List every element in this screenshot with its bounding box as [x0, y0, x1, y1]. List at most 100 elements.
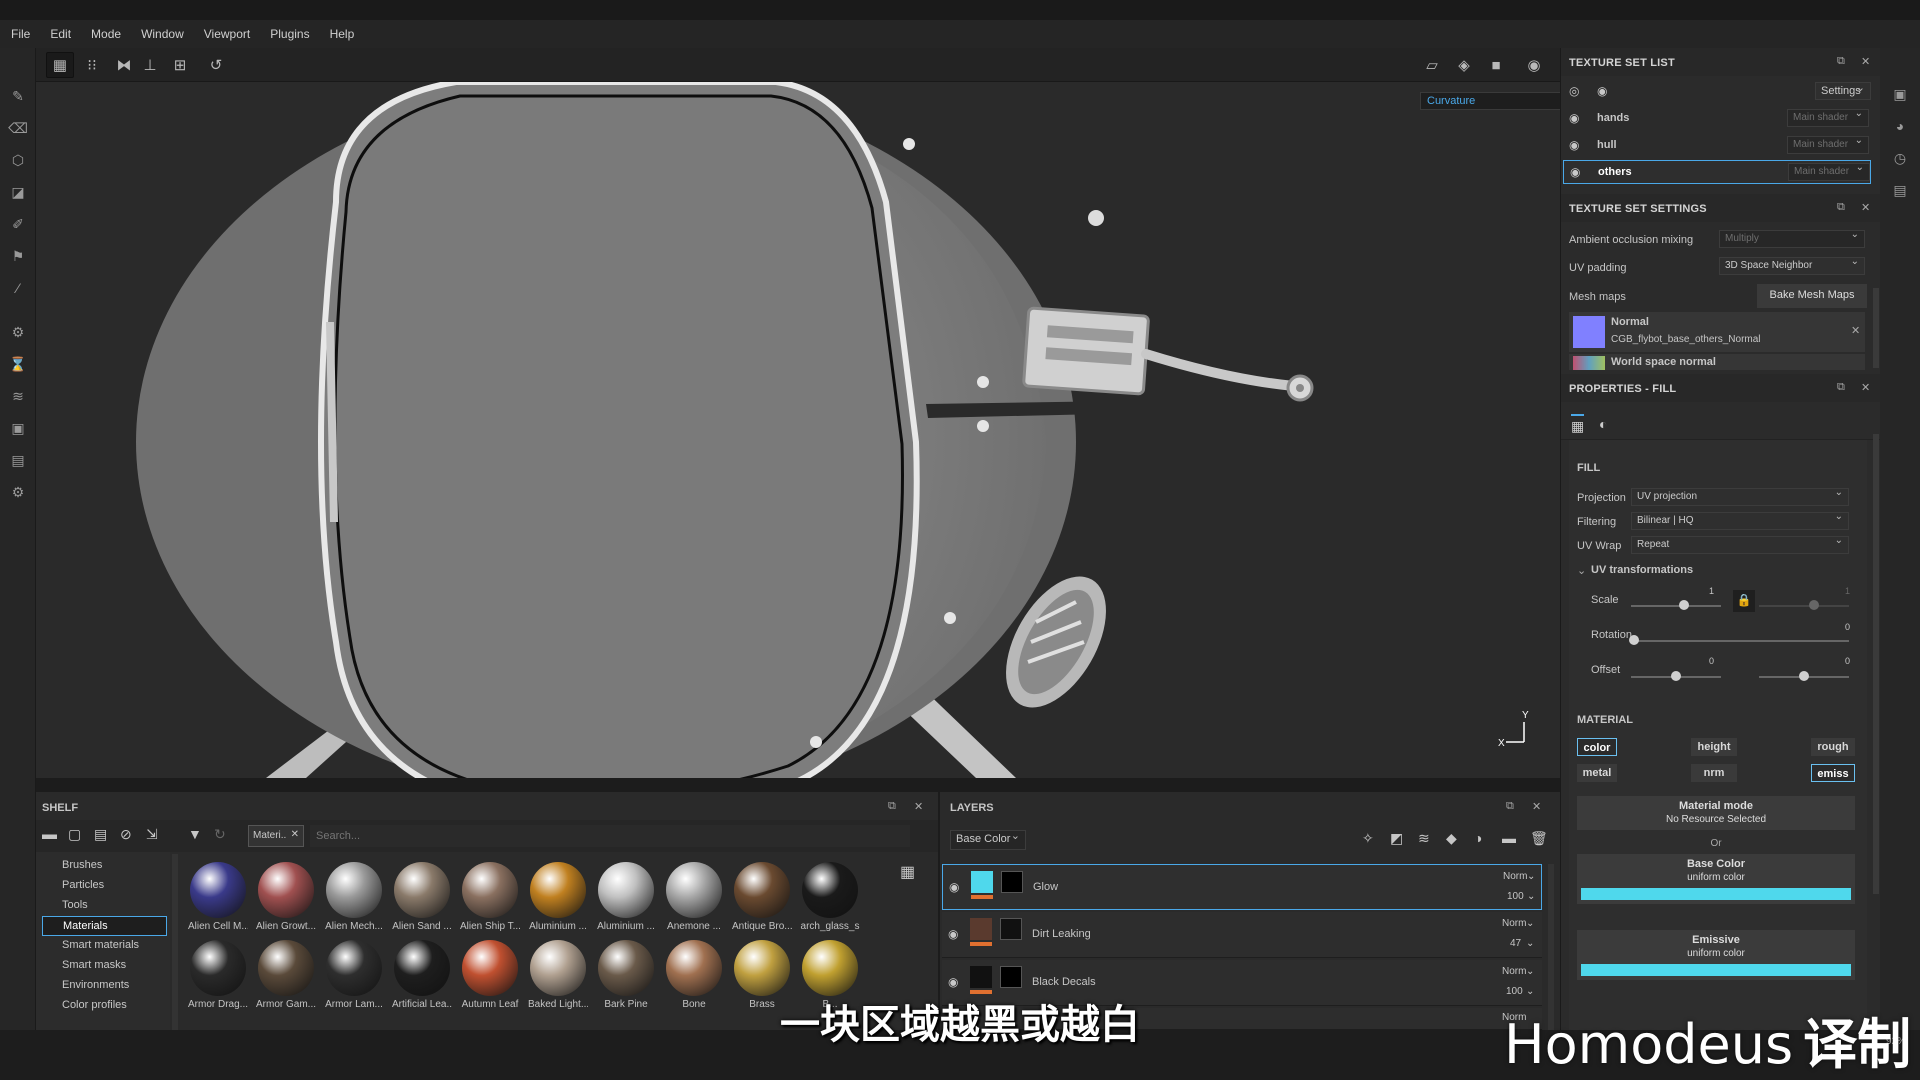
material-item[interactable]: Antique Bro... [732, 862, 792, 932]
visibility-eye-icon[interactable]: ◉ [948, 976, 964, 988]
hourglass-icon[interactable]: ⌛ [8, 354, 28, 374]
channel-color[interactable]: color [1577, 738, 1617, 756]
material-tab-icon[interactable]: ◐ [1599, 416, 1607, 432]
rotation-slider-handle[interactable] [1629, 635, 1639, 645]
visibility-eye-icon[interactable]: ◉ [949, 881, 965, 893]
photoshop-export-icon[interactable]: ▣ [8, 418, 28, 438]
base-color-block[interactable]: Base Color uniform color [1577, 854, 1855, 904]
rotation-slider[interactable] [1631, 640, 1849, 642]
smudge-icon[interactable]: ✐ [8, 214, 28, 234]
folder-icon[interactable]: ▬ [42, 826, 57, 843]
3d-viewport[interactable]: Y X Curvature [36, 82, 1560, 778]
channel-height[interactable]: height [1691, 738, 1737, 756]
symmetry-x-icon[interactable]: ⧓ [110, 52, 138, 78]
display-settings-icon[interactable]: ▣ [1890, 84, 1910, 104]
clone-stamp-icon[interactable]: ⚑ [8, 246, 28, 266]
filter-tag[interactable]: Materi.. ✕ [248, 825, 304, 847]
undock-icon[interactable]: ⧉ [1506, 800, 1514, 813]
fill-tab-icon[interactable]: ▦ [1571, 414, 1585, 435]
layer-opacity[interactable]: 47 [1510, 938, 1521, 949]
scale-slider[interactable] [1631, 605, 1721, 607]
material-item[interactable]: Alien Mech... [324, 862, 384, 932]
delete-trash-icon[interactable]: 🗑 [1530, 830, 1548, 847]
layer-blend-mode[interactable]: Norm [1503, 871, 1527, 882]
menu-mode[interactable]: Mode [84, 27, 128, 41]
camera-video-icon[interactable]: ■ [1482, 52, 1510, 78]
undock-icon[interactable]: ⧉ [1837, 201, 1845, 214]
export-document-icon[interactable]: ▤ [8, 450, 28, 470]
close-icon[interactable]: ✕ [1861, 55, 1870, 68]
eraser-icon[interactable]: ⌫ [8, 118, 28, 138]
menu-window[interactable]: Window [134, 27, 191, 41]
close-icon[interactable]: ✕ [1861, 201, 1870, 214]
frame-icon[interactable]: ⊞ [166, 52, 194, 78]
shader-select[interactable]: Main shader [1787, 108, 1869, 127]
import-icon[interactable]: ⇲ [146, 826, 158, 843]
chevron-down-icon[interactable]: ⌄ [1527, 891, 1535, 902]
filtering-select[interactable]: Bilinear | HQ [1631, 511, 1849, 530]
material-item[interactable]: Aluminium ... [528, 862, 588, 932]
layer-row-glow[interactable]: ◉ Glow Norm ⌄ 100 ⌄ [942, 864, 1542, 910]
shader-select[interactable]: Main shader [1787, 135, 1869, 154]
texture-set-hands[interactable]: ◉ hands Main shader [1561, 106, 1873, 130]
undock-icon[interactable]: ⧉ [1837, 381, 1845, 394]
bake-mesh-maps-button[interactable]: Bake Mesh Maps [1757, 284, 1867, 308]
magic-wand-icon[interactable]: ✧ [1362, 830, 1374, 847]
material-item[interactable]: Anemone ... [664, 862, 724, 932]
grid-view-icon[interactable]: ▦ [900, 862, 915, 882]
scale-slider-v[interactable] [1759, 605, 1849, 607]
shader-sphere-icon[interactable]: ◕ [1890, 116, 1910, 136]
base-color-swatch[interactable] [1581, 888, 1851, 900]
offset-slider-v-handle[interactable] [1799, 671, 1809, 681]
undock-icon[interactable]: ⧉ [888, 800, 896, 813]
menu-plugins[interactable]: Plugins [263, 27, 316, 41]
close-icon[interactable]: ✕ [914, 800, 923, 813]
color-picker-icon[interactable]: ⁄ [8, 278, 28, 298]
archive-icon[interactable]: ▤ [94, 826, 107, 843]
paint-brush-icon[interactable]: ✎ [8, 86, 28, 106]
grid-icon[interactable]: ▦ [46, 52, 74, 78]
visibility-eye-icon[interactable]: ◉ [1569, 112, 1585, 124]
emissive-swatch[interactable] [1581, 964, 1851, 976]
channel-rough[interactable]: rough [1811, 738, 1855, 756]
layer-channel-select[interactable]: Base Color [950, 829, 1026, 850]
channel-emiss[interactable]: emiss [1811, 764, 1855, 782]
lock-icon[interactable]: 🔒 [1733, 590, 1755, 612]
add-mask-icon[interactable]: ◑ [1474, 830, 1482, 846]
chevron-down-icon[interactable]: ⌄ [1526, 918, 1534, 929]
layer-mask-thumbnail[interactable] [1000, 918, 1022, 940]
category-materials[interactable]: Materials [42, 916, 167, 936]
settings-scrollbar[interactable] [1873, 288, 1879, 368]
category-smart-materials[interactable]: Smart materials [42, 936, 167, 956]
add-fill-icon[interactable]: ◆ [1446, 830, 1457, 847]
view-2d-icon[interactable]: ▱ [1418, 52, 1446, 78]
visibility-eye-icon[interactable]: ◉ [1570, 166, 1586, 178]
remove-tag-icon[interactable]: ✕ [291, 829, 299, 840]
menu-file[interactable]: File [4, 27, 37, 41]
channel-metal[interactable]: metal [1577, 764, 1617, 782]
eye-icon[interactable]: ◉ [1597, 85, 1613, 97]
settings-gear-icon[interactable]: ⚙ [8, 322, 28, 342]
layer-mask-thumbnail[interactable] [1000, 966, 1022, 988]
texture-set-others[interactable]: ◉ others Main shader [1563, 160, 1871, 184]
add-effect-icon[interactable]: ◩ [1390, 830, 1403, 847]
new-folder-icon[interactable]: ▢ [68, 826, 81, 843]
refresh-icon[interactable]: ↻ [214, 826, 226, 843]
material-item[interactable]: Alien Sand ... [392, 862, 452, 932]
scale-slider-v-handle[interactable] [1809, 600, 1819, 610]
add-layer-icon[interactable]: ≋ [1418, 830, 1430, 847]
remove-map-icon[interactable]: ✕ [1851, 324, 1860, 337]
layer-opacity[interactable]: 100 [1507, 891, 1524, 902]
ao-mixing-select[interactable]: Multiply [1719, 229, 1865, 248]
chevron-down-icon[interactable]: ⌄ [1577, 564, 1586, 577]
chevron-down-icon[interactable]: ⌄ [1527, 871, 1535, 882]
history-icon[interactable]: ↺ [202, 52, 230, 78]
category-particles[interactable]: Particles [42, 876, 167, 896]
plugin-gear-icon[interactable]: ⚙ [8, 482, 28, 502]
dotted-grid-icon[interactable]: ⁝⁝ [78, 52, 106, 78]
uv-padding-select[interactable]: 3D Space Neighbor [1719, 256, 1865, 275]
channel-nrm[interactable]: nrm [1691, 764, 1737, 782]
layers-stack-icon[interactable]: ≋ [8, 386, 28, 406]
material-item[interactable]: Alien Ship T... [460, 862, 520, 932]
mesh-map-world-normal[interactable]: World space normal [1569, 354, 1865, 370]
